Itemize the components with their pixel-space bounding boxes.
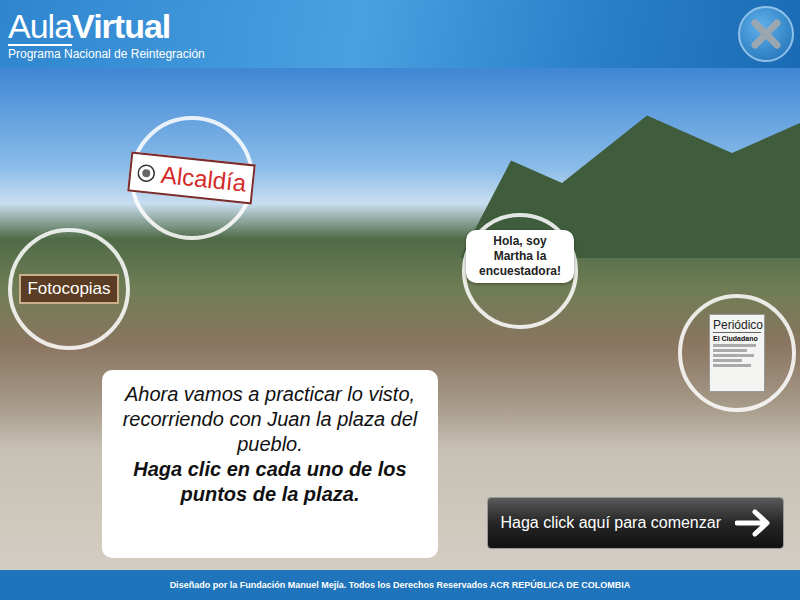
footer: Diseñado por la Fundación Manuel Mejía. … [0, 570, 800, 600]
hotspot[interactable]: Hola, soy Martha la encuestadora! [462, 213, 578, 329]
newspaper-line [713, 349, 747, 352]
speech-bubble: Hola, soy Martha la encuestadora! [466, 230, 574, 283]
plaza-scene: Alcaldía Fotocopias Hola, soy Martha la en… [0, 68, 800, 570]
hotspot[interactable]: Fotocopias [8, 228, 130, 350]
newspaper-line [713, 359, 742, 362]
logo: AulaVirtualPrograma Nacional de Reintegr… [8, 8, 205, 61]
app: AulaVirtualPrograma Nacional de Reintegr… [0, 0, 800, 600]
header: AulaVirtualPrograma Nacional de Reintegr… [0, 0, 800, 68]
newspaper-line [713, 354, 754, 357]
newspaper-line [713, 364, 751, 367]
arrow-right-icon [735, 509, 771, 537]
close-button[interactable] [738, 6, 794, 62]
close-icon [749, 17, 783, 51]
newspaper: PeriódicoEl Ciudadano [709, 314, 765, 392]
newspaper-line [713, 344, 756, 347]
town-hall-sign: Alcaldía [128, 152, 257, 205]
start-button[interactable]: Haga click aquí para comenzar [487, 497, 784, 549]
copies-sign: Fotocopias [19, 274, 118, 304]
seal-icon [137, 163, 157, 183]
hotspot[interactable]: Alcaldía [130, 116, 254, 240]
instruction-card: Ahora vamos a practicar lo visto, recorr… [102, 370, 438, 558]
hotspot[interactable]: PeriódicoEl Ciudadano [678, 294, 796, 412]
subtitle: Programa Nacional de Reintegración [8, 47, 205, 61]
